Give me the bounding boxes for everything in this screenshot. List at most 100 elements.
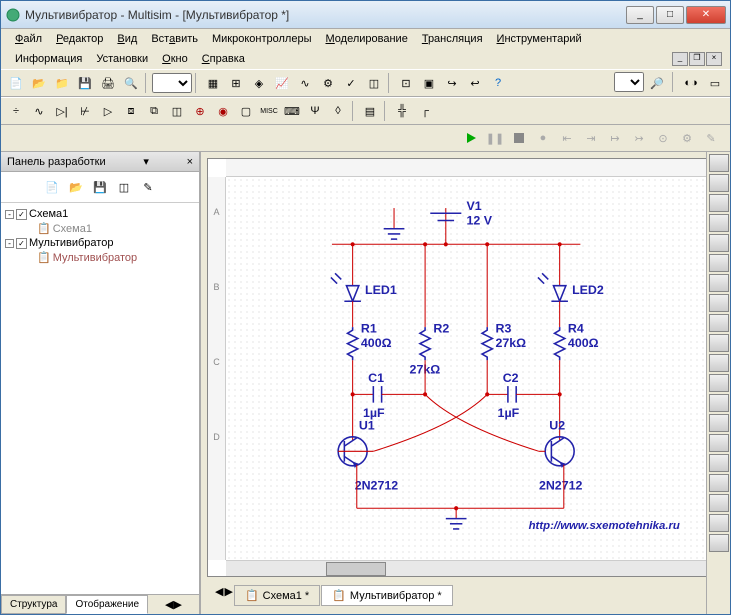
record-button[interactable]: ● [532, 127, 554, 149]
labview-icon[interactable] [709, 514, 729, 532]
electromech-icon[interactable]: ◊ [327, 100, 349, 122]
menu-view[interactable]: Вид [111, 31, 143, 47]
settings-sim-icon[interactable]: ⚙ [676, 127, 698, 149]
menu-window[interactable]: Окно [156, 51, 194, 67]
zoom-select[interactable] [152, 73, 192, 93]
database-icon[interactable]: ◈ [248, 72, 270, 94]
scrollbar-horizontal[interactable] [226, 560, 707, 576]
spreadsheet-icon[interactable]: ⊞ [225, 72, 247, 94]
word-gen-icon[interactable] [709, 294, 729, 312]
step-icon[interactable]: ↣ [628, 127, 650, 149]
panel-close-icon[interactable]: × [187, 156, 193, 168]
tek-scope-icon[interactable] [709, 494, 729, 512]
bus-icon[interactable]: ╬ [391, 100, 413, 122]
cmos-icon[interactable]: ⧉ [143, 100, 165, 122]
doc-tab-multivibrator[interactable]: 📋Мультивибратор * [321, 585, 453, 606]
tab-structure[interactable]: Структура [1, 595, 66, 614]
rename-icon[interactable]: ✎ [137, 176, 159, 198]
pause-button[interactable]: ❚❚ [484, 127, 506, 149]
doc-tab-schema1[interactable]: 📋Схема1 * [234, 585, 320, 606]
rf-icon[interactable]: Ψ [304, 100, 326, 122]
ttl-icon[interactable]: ⧈ [120, 100, 142, 122]
menu-settings[interactable]: Установки [90, 51, 154, 67]
menu-mcu[interactable]: Микроконтроллеры [206, 31, 318, 47]
tab-nav-right-icon[interactable]: ▶ [224, 585, 232, 606]
open-doc-icon[interactable]: 📂 [65, 176, 87, 198]
back-icon[interactable]: ↩ [464, 72, 486, 94]
analysis-icon[interactable]: ✎ [700, 127, 722, 149]
save-doc-icon[interactable]: 💾 [89, 176, 111, 198]
region-icon[interactable]: ◫ [363, 72, 385, 94]
transistor-icon[interactable]: ⊬ [74, 100, 96, 122]
print-preview-icon[interactable]: 🔍 [120, 72, 142, 94]
tree-root-multivibrator[interactable]: - ✓ Мультивибратор [5, 236, 195, 250]
menu-sim[interactable]: Моделирование [320, 31, 414, 47]
help-icon[interactable]: ? [487, 72, 509, 94]
distortion-icon[interactable] [709, 374, 729, 392]
menu-insert[interactable]: Вставить [145, 31, 204, 47]
print-icon[interactable]: 🖨 [97, 72, 119, 94]
minimize-button[interactable]: _ [626, 6, 654, 24]
open-icon[interactable]: 📂 [28, 72, 50, 94]
save-icon[interactable]: 💾 [74, 72, 96, 94]
menu-edit[interactable]: Редактор [50, 31, 109, 47]
maximize-button[interactable]: □ [656, 6, 684, 24]
menu-info[interactable]: Информация [9, 51, 88, 67]
freq-counter-icon[interactable] [709, 274, 729, 292]
elec-rules-icon[interactable]: ✓ [340, 72, 362, 94]
step-over-icon[interactable]: ⇥ [580, 127, 602, 149]
grid-icon[interactable]: ▦ [202, 72, 224, 94]
run-button[interactable] [460, 127, 482, 149]
junction-icon[interactable]: ┌ [414, 100, 436, 122]
logic-conv-icon[interactable] [709, 334, 729, 352]
step-in-icon[interactable]: ⇤ [556, 127, 578, 149]
checkbox-icon[interactable]: ✓ [16, 238, 27, 249]
panel-pin-icon[interactable]: ▾ [143, 155, 149, 168]
new-doc-icon[interactable]: 📄 [41, 176, 63, 198]
4ch-scope-icon[interactable] [709, 234, 729, 252]
source-icon[interactable]: ÷ [5, 100, 27, 122]
agilent-scope-icon[interactable] [709, 474, 729, 492]
agilent-fg-icon[interactable] [709, 434, 729, 452]
indicator-icon[interactable]: ◉ [212, 100, 234, 122]
stop-button[interactable] [508, 127, 530, 149]
diode-icon[interactable]: ▷| [51, 100, 73, 122]
tree-child-multivibrator[interactable]: 📋 Мультивибратор [5, 250, 195, 265]
collapse-icon[interactable]: - [5, 210, 14, 219]
trail-icon[interactable]: ⊙ [652, 127, 674, 149]
tree-child-schema1[interactable]: 📋 Схема1 [5, 221, 195, 236]
menu-help[interactable]: Справка [196, 51, 251, 67]
basic-icon[interactable]: ∿ [28, 100, 50, 122]
tab-right-icon[interactable]: ▶ [174, 598, 182, 611]
network-icon[interactable] [709, 414, 729, 432]
tab-left-icon[interactable]: ◀ [165, 598, 173, 611]
logic-analyzer-icon[interactable] [709, 314, 729, 332]
step-out-icon[interactable]: ↦ [604, 127, 626, 149]
tree-root-schema1[interactable]: - ✓ Схема1 [5, 207, 195, 221]
schematic-canvas[interactable]: V1 12 V [226, 177, 707, 560]
ultiboard-icon[interactable]: ▣ [418, 72, 440, 94]
mdi-close[interactable]: × [706, 52, 722, 66]
iv-analyzer-icon[interactable] [709, 354, 729, 372]
mdi-restore[interactable]: ❐ [689, 52, 705, 66]
grapher-icon[interactable]: 📈 [271, 72, 293, 94]
switch-icon[interactable]: ◐◑ [680, 72, 702, 94]
power-icon[interactable]: ▢ [235, 100, 257, 122]
mdi-minimize[interactable]: _ [672, 52, 688, 66]
mixed-icon[interactable]: ⊕ [189, 100, 211, 122]
postproc-icon[interactable]: ∿ [294, 72, 316, 94]
menu-file[interactable]: Файл [9, 31, 48, 47]
oscilloscope-icon[interactable] [709, 214, 729, 232]
project-tree[interactable]: - ✓ Схема1 📋 Схема1 - ✓ Мультивибратор 📋… [1, 203, 199, 594]
menu-transfer[interactable]: Трансляция [416, 31, 489, 47]
menu-tools[interactable]: Инструментарий [491, 31, 588, 47]
search-select[interactable] [614, 72, 644, 92]
tab-display[interactable]: Отображение [66, 595, 148, 614]
close-button[interactable]: ✕ [686, 6, 726, 24]
misc-digital-icon[interactable]: ◫ [166, 100, 188, 122]
analog-icon[interactable]: ▷ [97, 100, 119, 122]
hierarch-icon[interactable]: ▤ [359, 100, 381, 122]
find-icon[interactable]: 🔎 [646, 72, 668, 94]
peripheral-icon[interactable]: ⌨ [281, 100, 303, 122]
spectrum-icon[interactable] [709, 394, 729, 412]
